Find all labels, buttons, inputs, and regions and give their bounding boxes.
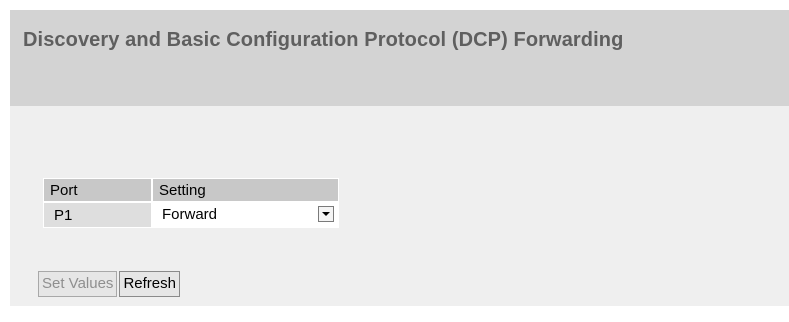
port-cell: P1: [43, 202, 152, 228]
column-header-setting: Setting: [152, 178, 339, 202]
page-title: Discovery and Basic Configuration Protoc…: [23, 29, 624, 51]
refresh-button[interactable]: Refresh: [119, 271, 180, 297]
table-header-row: Port Setting: [43, 178, 339, 202]
action-buttons: Set Values Refresh: [38, 271, 180, 297]
page-header: Discovery and Basic Configuration Protoc…: [10, 10, 789, 106]
setting-select-value: Forward: [162, 206, 218, 223]
content-area: Port Setting P1 Forward Set Values Refre…: [10, 106, 789, 306]
setting-select[interactable]: Forward: [157, 203, 337, 227]
page-frame: Discovery and Basic Configuration Protoc…: [0, 0, 789, 322]
setting-cell: Forward: [152, 202, 339, 228]
port-settings-table: Port Setting P1 Forward: [43, 178, 339, 228]
column-header-port: Port: [43, 178, 152, 202]
chevron-down-icon[interactable]: [318, 206, 334, 222]
table-row: P1 Forward: [43, 202, 339, 228]
set-values-button[interactable]: Set Values: [38, 271, 118, 297]
